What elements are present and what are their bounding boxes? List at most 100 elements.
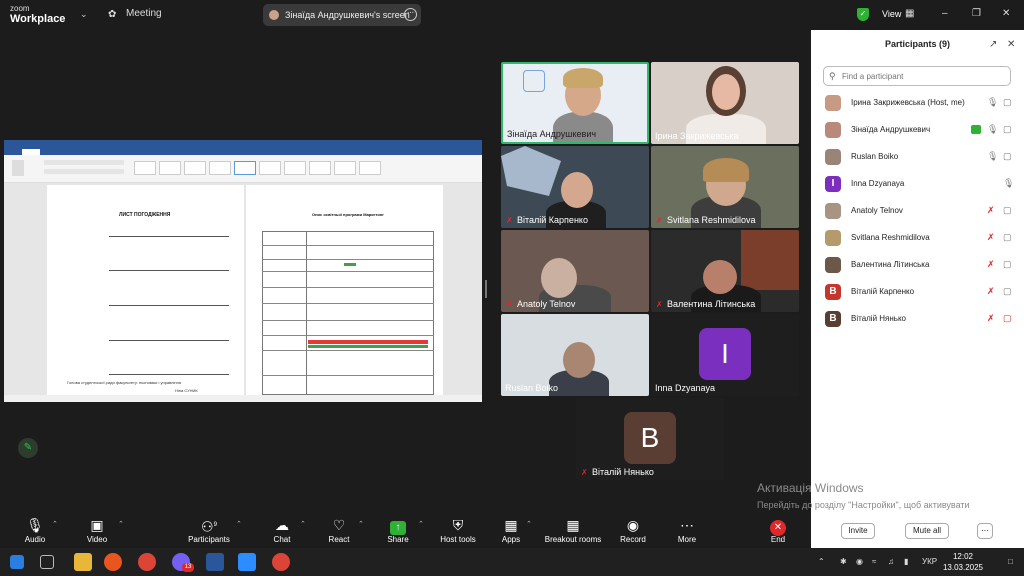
more-options-icon[interactable]: ⋯ [404,8,417,21]
participant-row[interactable]: Валентина Літинська ✗ ▢ [823,253,1018,277]
muted-mic-icon[interactable]: ✗ [987,259,995,270]
minimize-icon[interactable]: – [942,8,948,19]
chevron-up-icon[interactable]: ⌃ [526,520,532,528]
participant-row[interactable]: Svitlana Reshmidilova ✗ ▢ [823,226,1018,250]
host-tools-button[interactable]: ⛨ Host tools [436,512,480,548]
camera-icon[interactable]: ▢ [1003,232,1012,243]
popout-icon[interactable]: ↗ [989,39,997,50]
apps-button[interactable]: ▦ Apps [496,512,526,548]
close-icon[interactable]: ✕ [1007,39,1015,50]
participants-button[interactable]: ⚇9 Participants [184,512,234,548]
volume-icon[interactable]: ♫ [888,557,894,566]
mic-icon[interactable]: 🎙 [987,151,998,162]
more-options-button[interactable]: ⋯ [977,523,993,539]
participant-row[interactable]: B Віталій Нянько ✗ ▢ [823,307,1018,331]
task-view-icon[interactable] [40,555,54,569]
camera-icon[interactable]: ▢ [1003,205,1012,216]
chevron-up-icon[interactable]: ⌃ [300,520,306,528]
brand-line2: Workplace [10,13,66,25]
participant-name: Anatoly Telnov [851,206,903,215]
chevron-up-icon[interactable]: ⌃ [236,520,242,528]
video-tile[interactable]: I Inna Dzyanaya [651,314,799,396]
participant-row[interactable]: Ірина Закрижевська (Host, me) 🎙 ▢ [823,91,1018,115]
video-tile[interactable]: Ruslan Boiko [501,314,649,396]
share-button[interactable]: ↑ Share [382,512,414,548]
participant-row[interactable]: Зінаїда Андрушкевич 🎙 ▢ [823,118,1018,142]
participant-row[interactable]: Ruslan Boiko 🎙 ▢ [823,145,1018,169]
pencil-icon[interactable]: ✎ [18,438,38,458]
muted-mic-icon[interactable]: ✗ [987,313,995,324]
maximize-icon[interactable]: ❐ [972,8,981,19]
folder-icon[interactable] [74,553,92,571]
more-button[interactable]: ⋯ More [672,512,702,548]
mic-icon[interactable]: 🎙 [1003,178,1014,189]
avatar [825,149,841,165]
chevron-up-icon[interactable]: ⌃ [52,520,58,528]
avatar: B [825,311,841,327]
search-input[interactable] [842,70,1002,82]
camera-icon[interactable]: ▢ [1003,97,1012,108]
participant-row[interactable]: B Віталій Карпенко ✗ ▢ [823,280,1018,304]
camera-icon[interactable]: ▢ [1003,151,1012,162]
muted-mic-icon[interactable]: ✗ [987,205,995,216]
camera-off-icon[interactable]: ▢ [1003,313,1012,324]
bluetooth-icon[interactable]: ✱ [840,557,847,566]
video-tile[interactable]: ✗ Валентина Літинська [651,230,799,312]
close-icon[interactable]: ✕ [1002,8,1010,19]
chrome-icon[interactable] [138,553,156,571]
chat-icon: ☁ [275,517,289,533]
chevron-up-icon[interactable]: ⌃ [118,520,124,528]
apps-icon: ▦ [504,517,518,533]
video-tile[interactable]: ✗ Anatoly Telnov [501,230,649,312]
video-tile[interactable]: ✗ Віталій Карпенко [501,146,649,228]
chevron-up-icon[interactable]: ⌃ [418,520,424,528]
notification-icon[interactable]: □ [1008,557,1013,566]
shield-icon[interactable]: ✓ [857,8,869,21]
participant-row[interactable]: Anatoly Telnov ✗ ▢ [823,199,1018,223]
split-handle[interactable] [485,280,487,298]
invite-button[interactable]: Invite [841,523,875,539]
react-button[interactable]: ♡ React [322,512,356,548]
grid-icon[interactable]: ▦ [905,8,914,19]
participant-row[interactable]: I Inna Dzyanaya 🎙 [823,172,1018,196]
record-button[interactable]: ◉ Record [616,512,650,548]
muted-mic-icon[interactable]: ✗ [987,286,995,297]
word-icon[interactable] [206,553,224,571]
chevron-up-icon[interactable]: ⌃ [358,520,364,528]
chat-button[interactable]: ☁ Chat [266,512,298,548]
battery-icon[interactable]: ▮ [904,557,908,566]
video-tile[interactable]: Зінаїда Андрушкевич [501,62,649,144]
mic-icon[interactable]: 🎙 [987,97,998,108]
view-button[interactable]: View [882,9,901,19]
avatar [269,10,279,20]
avatar [825,257,841,273]
document-page-right: Опис освітньої програми Маркетинг [246,185,443,395]
video-tile[interactable]: Ірина Закрижевська [651,62,799,144]
video-tile[interactable]: ✗ Svitlana Reshmidilova [651,146,799,228]
camera-icon[interactable]: ▢ [1003,286,1012,297]
chrome-icon[interactable] [272,553,290,571]
camera-icon[interactable]: ▢ [1003,259,1012,270]
breakout-rooms-button[interactable]: ▦ Breakout rooms [542,512,604,548]
end-button[interactable]: ✕ End [762,512,794,548]
mute-all-button[interactable]: Mute all [905,523,949,539]
chevron-down-icon[interactable]: ⌄ [80,9,88,20]
clock[interactable]: 12:02 13.03.2025 [938,551,988,573]
screen-share-indicator[interactable]: Зінаїда Андрушкевич's screen ⋯ [263,4,421,26]
mic-icon[interactable]: 🎙 [987,124,998,135]
firefox-icon[interactable] [104,553,122,571]
video-button[interactable]: ▣ Video [80,512,114,548]
audio-button[interactable]: 🎙 Audio [18,512,52,548]
language-indicator[interactable]: УКР [922,557,937,566]
wifi-icon[interactable]: ≈ [872,557,876,566]
video-tile[interactable]: B ✗ Віталій Нянько [576,398,724,480]
zoom-icon[interactable] [238,553,256,571]
network-icon[interactable]: ◉ [856,557,863,566]
meeting-toolbar: 🎙 Audio ⌃ ▣ Video ⌃ ⚇9 Participants ⌃ ☁ … [0,512,811,548]
muted-mic-icon[interactable]: ✗ [987,232,995,243]
camera-icon[interactable]: ▢ [1003,124,1012,135]
chevron-up-icon[interactable]: ⌃ [818,557,825,566]
meeting-label[interactable]: Meeting [126,8,162,19]
viber-icon[interactable]: 13 [172,553,194,572]
windows-start-icon[interactable] [10,555,24,569]
